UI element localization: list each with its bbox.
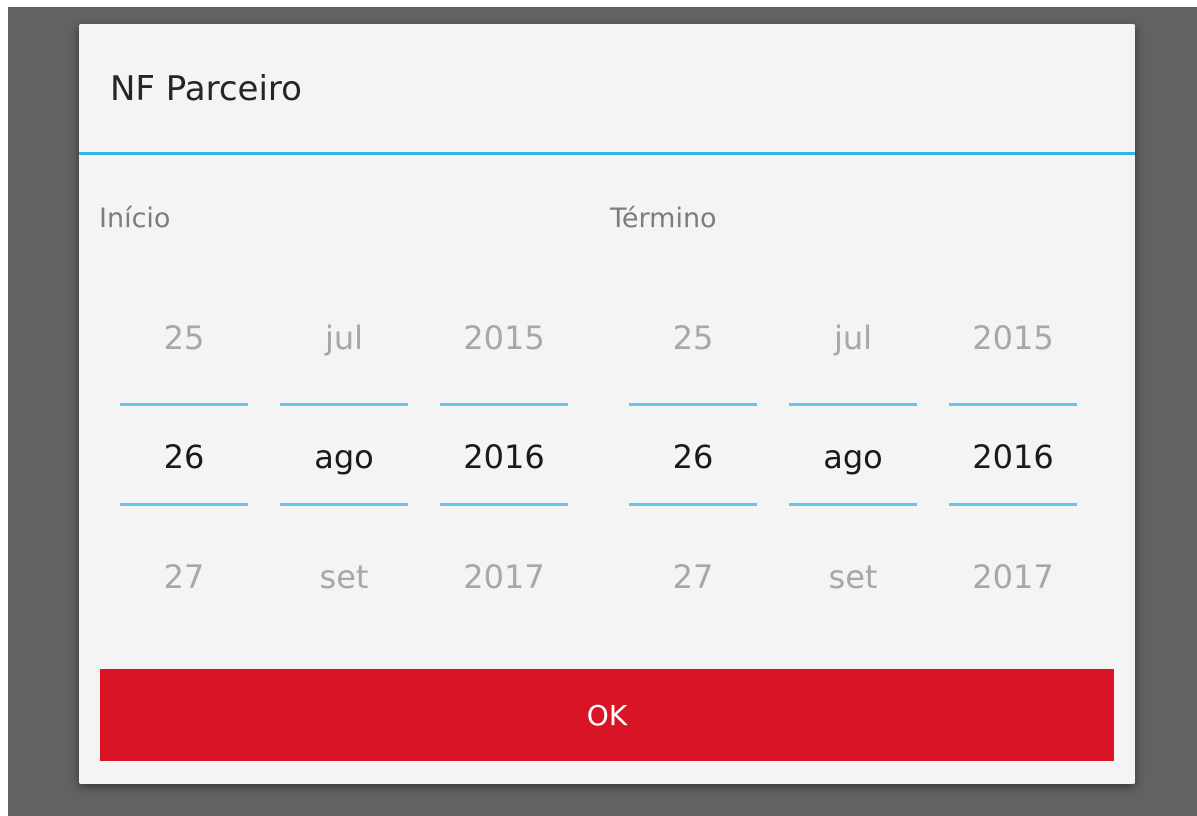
- picker-divider: [629, 503, 757, 506]
- start-day-prev[interactable]: 25: [120, 322, 248, 354]
- picker-divider: [280, 503, 408, 506]
- start-month-prev[interactable]: jul: [280, 322, 408, 354]
- end-month-picker[interactable]: jul ago set: [789, 284, 917, 624]
- start-day-next[interactable]: 27: [120, 561, 248, 593]
- end-date-label: Término: [610, 203, 717, 234]
- end-day-picker[interactable]: 25 26 27: [629, 284, 757, 624]
- picker-divider: [949, 503, 1077, 506]
- picker-divider: [789, 403, 917, 406]
- end-day-selected[interactable]: 26: [629, 441, 757, 473]
- start-year-prev[interactable]: 2015: [440, 322, 568, 354]
- picker-divider: [120, 503, 248, 506]
- end-month-next[interactable]: set: [789, 561, 917, 593]
- end-year-prev[interactable]: 2015: [949, 322, 1077, 354]
- picker-divider: [440, 403, 568, 406]
- end-day-prev[interactable]: 25: [629, 322, 757, 354]
- start-month-picker[interactable]: jul ago set: [280, 284, 408, 624]
- start-month-next[interactable]: set: [280, 561, 408, 593]
- end-year-selected[interactable]: 2016: [949, 441, 1077, 473]
- start-year-picker[interactable]: 2015 2016 2017: [440, 284, 568, 624]
- end-day-next[interactable]: 27: [629, 561, 757, 593]
- start-year-next[interactable]: 2017: [440, 561, 568, 593]
- picker-divider: [949, 403, 1077, 406]
- picker-divider: [629, 403, 757, 406]
- picker-divider: [280, 403, 408, 406]
- start-month-selected[interactable]: ago: [280, 441, 408, 473]
- ok-button[interactable]: OK: [100, 669, 1114, 761]
- start-day-picker[interactable]: 25 26 27: [120, 284, 248, 624]
- end-year-picker[interactable]: 2015 2016 2017: [949, 284, 1077, 624]
- dialog-title: NF Parceiro: [110, 69, 302, 109]
- end-year-next[interactable]: 2017: [949, 561, 1077, 593]
- end-month-selected[interactable]: ago: [789, 441, 917, 473]
- date-range-dialog: NF Parceiro Início Término 25 26 27 jul …: [79, 24, 1135, 784]
- start-date-label: Início: [99, 203, 171, 234]
- picker-divider: [789, 503, 917, 506]
- picker-divider: [440, 503, 568, 506]
- start-day-selected[interactable]: 26: [120, 441, 248, 473]
- start-year-selected[interactable]: 2016: [440, 441, 568, 473]
- title-divider: [79, 152, 1135, 155]
- picker-divider: [120, 403, 248, 406]
- end-month-prev[interactable]: jul: [789, 322, 917, 354]
